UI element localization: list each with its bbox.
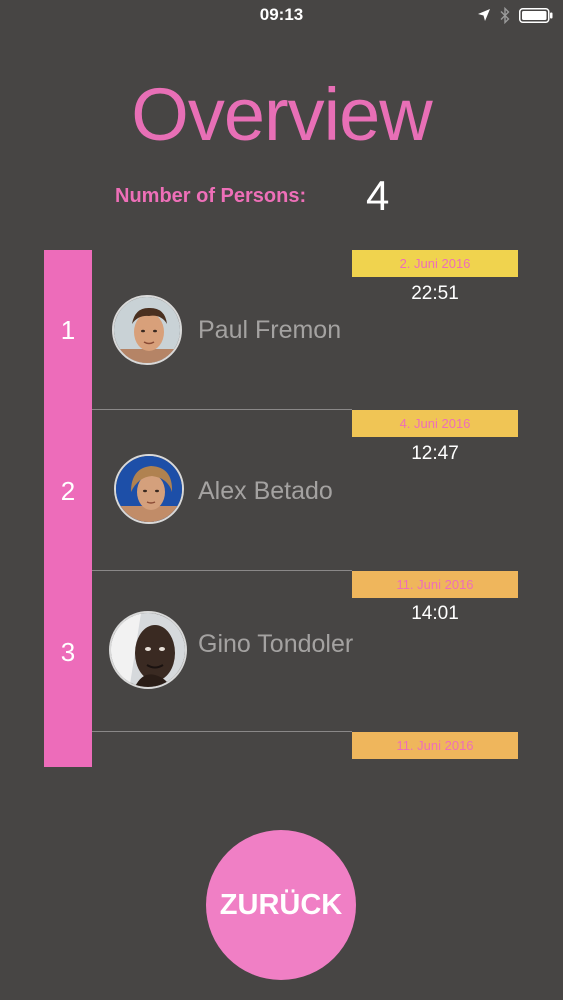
avatar xyxy=(109,611,187,689)
avatar xyxy=(112,295,182,365)
page-title: Overview xyxy=(131,73,432,156)
date-badge: 11. Juni 2016 xyxy=(352,571,518,598)
row-divider xyxy=(92,570,352,571)
row-divider xyxy=(92,731,352,732)
date-badge: 2. Juni 2016 xyxy=(352,250,518,277)
time-text: 14:01 xyxy=(411,603,459,624)
location-arrow-icon xyxy=(477,8,491,22)
date-badge: 4. Juni 2016 xyxy=(352,410,518,437)
battery-icon xyxy=(519,7,553,23)
person-name: Gino Tondoler xyxy=(198,630,354,658)
person-name: Paul Fremon xyxy=(198,316,342,344)
person-count-value: 4 xyxy=(366,172,390,219)
time-text: 22:51 xyxy=(411,283,459,304)
row-number: 3 xyxy=(60,637,76,667)
date-badge: 11. Juni 2016 xyxy=(352,732,518,759)
back-button[interactable]: ZURÜCK xyxy=(206,830,356,980)
avatar xyxy=(114,454,184,524)
row-divider xyxy=(92,409,352,410)
time-text: 12:47 xyxy=(411,443,459,464)
status-bar: 09:13 xyxy=(0,0,563,30)
person-name: Alex Betado xyxy=(198,477,333,505)
person-count-label: Number of Persons: xyxy=(115,185,307,207)
bluetooth-icon xyxy=(500,6,510,24)
row-number: 1 xyxy=(60,315,76,345)
row-number: 2 xyxy=(60,476,76,506)
status-icons xyxy=(477,6,553,24)
